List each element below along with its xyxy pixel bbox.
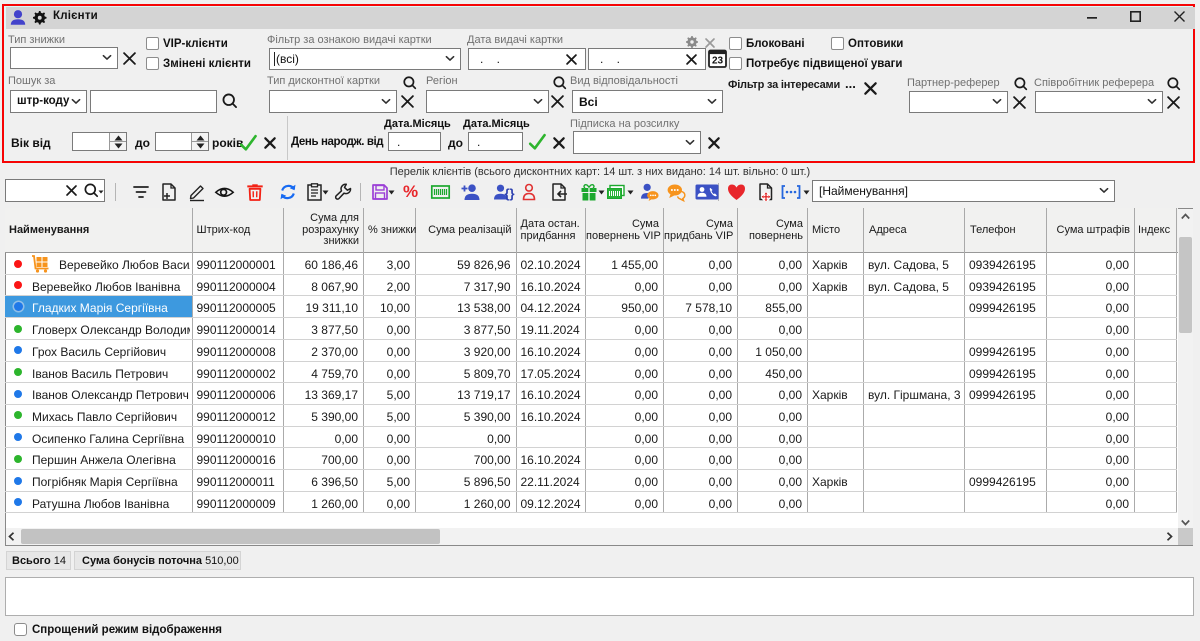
svg-text:23: 23 bbox=[712, 56, 724, 67]
svg-text:{}: {} bbox=[505, 186, 515, 201]
